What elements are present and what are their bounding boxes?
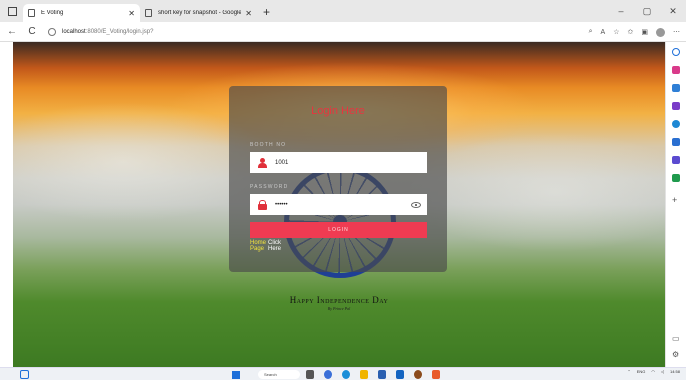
banner-title: Happy Independence Day — [289, 295, 389, 305]
more-icon[interactable]: ⋯ — [673, 28, 680, 36]
new-tab-button[interactable]: + — [263, 5, 270, 19]
page-icon — [28, 9, 35, 17]
maximize-button[interactable]: ▢ — [634, 6, 660, 17]
password-field[interactable]: •••••• — [250, 194, 427, 215]
url-path: :8080/E_Voting/login.jsp? — [85, 28, 154, 35]
tools-icon[interactable] — [672, 84, 680, 92]
password-label: PASSWORD — [250, 184, 289, 190]
games-icon[interactable] — [672, 102, 680, 110]
gear-icon[interactable]: ⚙ — [672, 350, 679, 359]
show-password-icon[interactable] — [411, 201, 421, 208]
url-host: localhost — [62, 28, 86, 35]
windows-taskbar: Search ⌃ ENG ◠ ◁ 14:58 — [0, 367, 686, 380]
designer-icon[interactable] — [672, 156, 680, 164]
login-title: Login Here — [311, 105, 365, 117]
lang-indicator[interactable]: ENG — [637, 369, 646, 374]
page-content: Login Here BOOTH NO 1001 PASSWORD ••••••… — [13, 42, 665, 367]
shopping-icon[interactable] — [672, 66, 680, 74]
folder-icon[interactable] — [360, 370, 368, 379]
login-links: Home Page Click Here — [250, 240, 281, 252]
drop-icon[interactable] — [672, 174, 680, 182]
password-input[interactable]: •••••• — [275, 202, 411, 208]
tab-title: E Voting — [41, 10, 64, 16]
booth-field[interactable]: 1001 — [250, 152, 427, 173]
url-field[interactable]: localhost :8080/E_Voting/login.jsp? — [48, 27, 154, 36]
click-here-link[interactable]: Click Here — [268, 240, 281, 252]
close-tab-icon[interactable]: ✕ — [128, 9, 135, 18]
login-button[interactable]: LOGIN — [250, 222, 427, 238]
tab-title: short key for snapshot - Google — [158, 10, 242, 16]
chat-icon[interactable] — [324, 370, 332, 379]
profile-avatar[interactable] — [656, 27, 665, 37]
window-controls: – ▢ ✕ — [608, 0, 686, 22]
home-page-link[interactable]: Home Page — [250, 240, 266, 252]
user-icon — [257, 157, 267, 168]
address-bar: ← C localhost :8080/E_Voting/login.jsp? … — [0, 22, 686, 42]
reload-button[interactable]: C — [24, 26, 40, 37]
sidebar-layout-icon[interactable]: ▭ — [672, 334, 680, 343]
clock[interactable]: 14:58 — [670, 369, 680, 374]
star-icon[interactable]: ☆ — [613, 28, 619, 36]
start-icon[interactable] — [232, 371, 240, 379]
browser-tab-bar: E Voting ✕ short key for snapshot - Goog… — [0, 0, 686, 22]
office-icon[interactable] — [672, 120, 680, 128]
page-icon — [145, 9, 152, 17]
close-tab-icon[interactable]: ✕ — [245, 9, 252, 18]
task-view-icon[interactable] — [306, 370, 314, 379]
edge-sidebar: + ▭ ⚙ — [665, 42, 686, 367]
app-icon[interactable] — [396, 370, 404, 379]
edge-icon[interactable] — [342, 370, 350, 379]
volume-icon[interactable]: ◁ — [661, 369, 664, 374]
lock-icon — [257, 199, 267, 210]
app2-icon[interactable] — [432, 370, 440, 379]
favorites-icon[interactable]: ✩ — [628, 28, 634, 36]
browser-toolbar: ⌕ A ☆ ✩ ▣ ⋯ — [589, 22, 680, 42]
store-icon[interactable] — [378, 370, 386, 379]
tab-google-search[interactable]: short key for snapshot - Google ✕ — [140, 4, 257, 22]
booth-label: BOOTH NO — [250, 142, 287, 148]
read-aloud-icon[interactable]: A — [601, 29, 606, 36]
eclipse-icon[interactable] — [414, 370, 422, 379]
wifi-icon[interactable]: ◠ — [651, 369, 655, 374]
banner-subtitle: By Prince Pal — [327, 306, 351, 311]
chevron-up-icon[interactable]: ⌃ — [627, 369, 630, 374]
info-icon[interactable] — [48, 27, 56, 36]
tab-actions-icon[interactable] — [8, 7, 17, 16]
taskbar-search[interactable]: Search — [258, 370, 300, 379]
close-window-button[interactable]: ✕ — [660, 6, 686, 17]
booth-input[interactable]: 1001 — [275, 160, 427, 166]
back-button[interactable]: ← — [4, 26, 20, 37]
widgets-icon[interactable] — [20, 370, 29, 379]
minimize-button[interactable]: – — [608, 6, 634, 16]
system-tray: ⌃ ENG ◠ ◁ 14:58 — [627, 369, 680, 374]
collections-icon[interactable]: ▣ — [641, 28, 648, 36]
search-icon[interactable] — [672, 48, 680, 56]
search-icon[interactable]: ⌕ — [589, 28, 593, 36]
add-icon[interactable]: + — [672, 195, 677, 205]
tab-e-voting[interactable]: E Voting ✕ — [23, 4, 140, 22]
outlook-icon[interactable] — [672, 138, 680, 146]
